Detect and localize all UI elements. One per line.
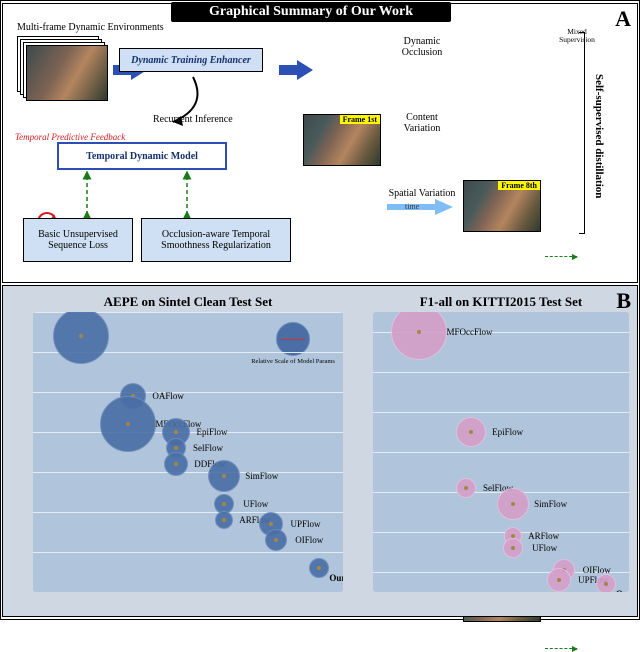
loss-connector-arrows [57, 170, 257, 220]
multi-frame-stack [17, 36, 109, 102]
legend-model-params: Relative Scale of Model Params [251, 322, 335, 365]
data-label: UFlow [243, 499, 268, 509]
data-label: SimFlow [534, 499, 567, 509]
chart-kitti: F1-all on KITTI2015 Test Set 10121416182… [351, 294, 629, 610]
row1-label: Dynamic Occlusion [387, 36, 457, 58]
panel-a-title: Graphical Summary of Our Work [171, 2, 451, 22]
data-point [456, 478, 476, 498]
data-point [208, 460, 240, 492]
panel-a: Graphical Summary of Our Work A Multi-fr… [2, 3, 638, 283]
chart1-plot: Relative Scale of Model Params 456789102… [33, 312, 343, 592]
data-label: EpiFlow [492, 427, 523, 437]
data-point [215, 511, 233, 529]
data-label: UPFlow [290, 519, 320, 529]
panel-a-letter: A [615, 6, 631, 32]
arrow-to-frames [297, 60, 313, 80]
basic-loss-box: Basic Unsupervised Sequence Loss [23, 218, 133, 262]
charts-row: AEPE on Sintel Clean Test Set Relative S… [3, 286, 637, 616]
data-point [164, 452, 188, 476]
data-label: SelFlow [193, 443, 223, 453]
data-point [596, 574, 616, 592]
frame-row1-last: Frame 8th [463, 180, 541, 232]
data-label: UFlow [532, 543, 557, 553]
frame-row1-first: Frame 1st [303, 114, 381, 166]
time-arrow-1: time [387, 200, 457, 214]
data-point [497, 488, 529, 520]
data-label: OIFlow [295, 535, 323, 545]
legend-text: Relative Scale of Model Params [251, 358, 335, 365]
data-point [456, 417, 486, 447]
multi-frame-label: Multi-frame Dynamic Environments [17, 22, 164, 33]
chart1-title: AEPE on Sintel Clean Test Set [33, 294, 343, 310]
mixed-supervision-label: Mixed Supervision [553, 28, 601, 45]
data-point [391, 312, 447, 360]
otsr-box: Occlusion-aware Temporal Smoothness Regu… [141, 218, 291, 262]
data-point [503, 538, 523, 558]
chart2-title: F1-all on KITTI2015 Test Set [373, 294, 629, 310]
panel-b: B AEPE on Sintel Clean Test Set Relative… [2, 285, 638, 617]
chart2-plot: 10121416182022201720182019202020212022MF… [373, 312, 629, 592]
dynamic-training-enhancer-box: Dynamic Training Enhancer [119, 48, 263, 72]
figure-container: Graphical Summary of Our Work A Multi-fr… [0, 0, 640, 620]
data-label: Ours [329, 573, 343, 583]
data-label: MFOccFlow [446, 327, 492, 337]
data-label: ARFlow [528, 531, 559, 541]
chart-sintel: AEPE on Sintel Clean Test Set Relative S… [11, 294, 343, 610]
distillation-label: Self-supervised distillation [593, 74, 605, 234]
data-point [53, 312, 109, 364]
data-point [265, 529, 287, 551]
feedback-label: Temporal Predictive Feedback [15, 132, 125, 142]
bracket [579, 32, 585, 234]
data-label: Ours [616, 589, 629, 592]
temporal-dynamic-model-box: Temporal Dynamic Model [57, 142, 227, 170]
data-point [100, 396, 156, 452]
recurrent-label: Recurrent Inference [153, 114, 233, 125]
data-label: EpiFlow [197, 427, 228, 437]
data-point [547, 568, 571, 592]
row1-out-arrow [545, 256, 577, 257]
row2-label: Content Variation [387, 112, 457, 134]
frame-tag: Frame 1st [340, 115, 380, 124]
data-point [309, 558, 329, 578]
row3-label: Spatial Variation [387, 188, 457, 199]
data-label: SimFlow [245, 471, 278, 481]
frame-tag: Frame 8th [498, 181, 540, 190]
row3-out-arrow [545, 648, 577, 649]
data-label: OAFlow [152, 391, 184, 401]
